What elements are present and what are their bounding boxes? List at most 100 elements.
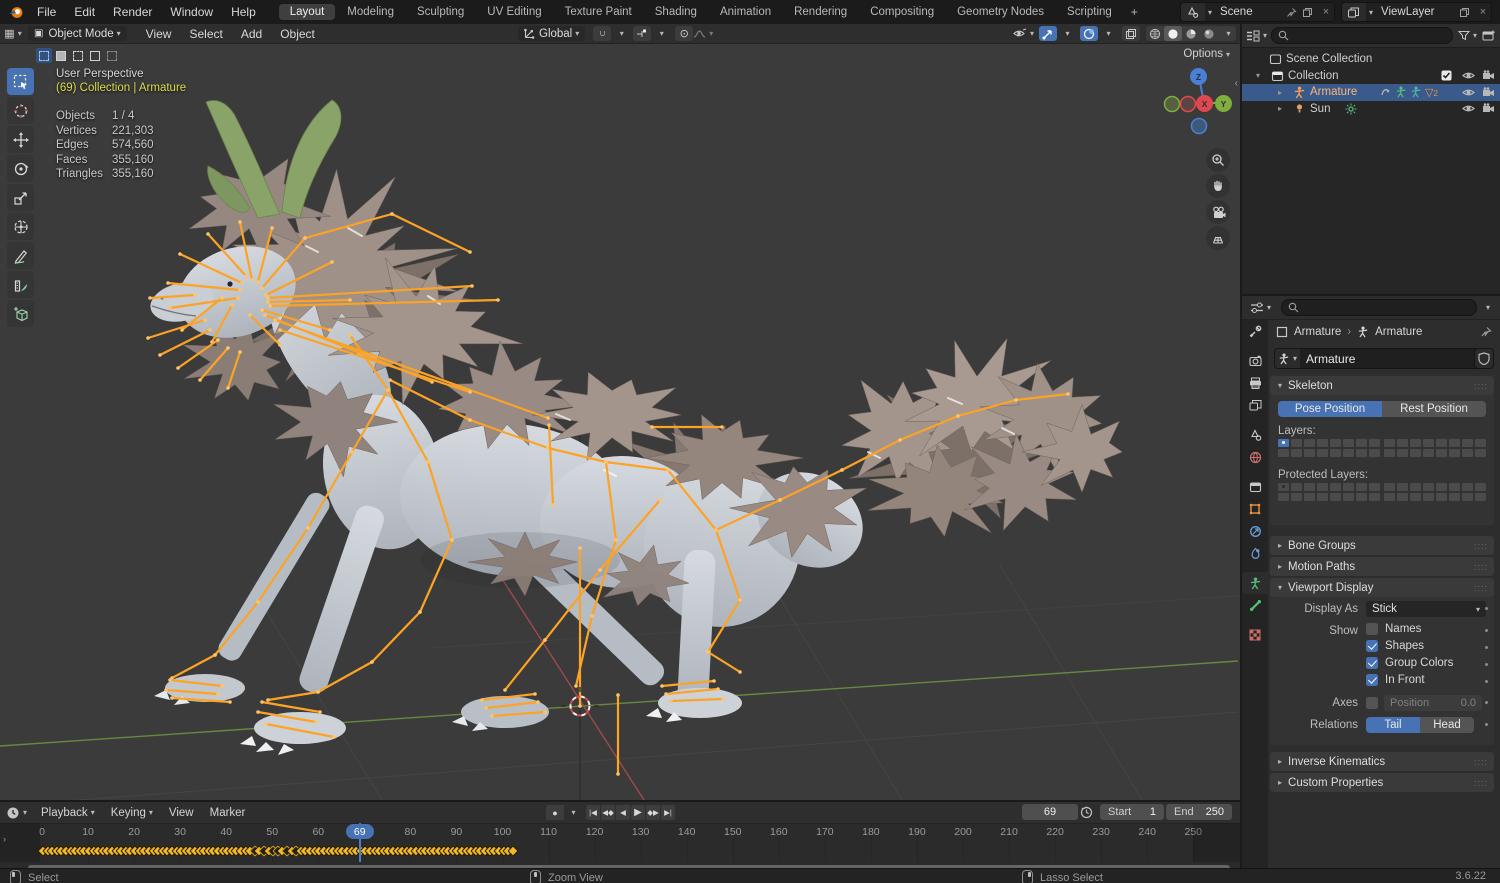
menu-window[interactable]: Window [161, 5, 222, 19]
tool-rotate[interactable] [7, 155, 34, 182]
properties-tab-output[interactable] [1242, 372, 1268, 394]
layer-toggle[interactable] [1423, 493, 1434, 501]
layer-toggle[interactable] [1356, 483, 1367, 491]
add-workspace-button[interactable]: + [1124, 3, 1145, 21]
layer-toggle[interactable] [1475, 449, 1486, 457]
timeline-ruler[interactable]: 0102030405060708090100110120130140150160… [0, 823, 1240, 862]
properties-tab-scene[interactable] [1242, 424, 1268, 446]
layer-toggle[interactable] [1343, 449, 1354, 457]
layer-toggle[interactable] [1356, 493, 1367, 501]
fake-user-shield-icon[interactable] [1474, 348, 1494, 369]
axes-position-slider[interactable]: Position 0.0 [1384, 695, 1482, 711]
camera-icon[interactable] [1480, 103, 1496, 114]
layer-toggle[interactable] [1397, 439, 1408, 447]
layer-toggle[interactable] [1317, 439, 1328, 447]
select-mode-extend[interactable] [70, 48, 86, 63]
layer-toggle[interactable] [1291, 439, 1302, 447]
properties-search-input[interactable] [1281, 299, 1477, 316]
layer-toggle[interactable] [1410, 449, 1421, 457]
shading-solid-icon[interactable] [1164, 26, 1182, 41]
panel-header-inverse-kinematics[interactable]: ▸ Inverse Kinematics:::: [1270, 752, 1494, 771]
gizmo-z-axis[interactable]: Z [1190, 68, 1207, 85]
select-mode-intersect[interactable] [104, 48, 120, 63]
pin-icon[interactable] [1480, 326, 1492, 338]
current-frame-field[interactable]: 69 [1022, 804, 1078, 820]
viewport-menu-select[interactable]: Select [180, 27, 231, 41]
tool-measure[interactable] [7, 271, 34, 298]
properties-tab-tool[interactable] [1242, 320, 1268, 342]
outliner-search-input[interactable] [1271, 27, 1453, 44]
copy-icon[interactable] [1302, 7, 1318, 18]
protected-layers-group-1[interactable] [1278, 483, 1381, 502]
pan-hand-icon[interactable] [1206, 174, 1230, 198]
layer-toggle[interactable] [1436, 439, 1447, 447]
properties-tab-constraints[interactable] [1242, 520, 1268, 542]
shading-chevron[interactable]: ▾ [1218, 26, 1236, 41]
layer-toggle[interactable] [1291, 483, 1302, 491]
layer-toggle[interactable] [1449, 439, 1460, 447]
zoom-icon[interactable] [1206, 148, 1230, 172]
tab-shading[interactable]: Shading [644, 4, 708, 20]
protected-layers-group-2[interactable] [1384, 483, 1487, 502]
eye-icon[interactable] [1460, 103, 1476, 114]
overlays-chevron[interactable]: ▾ [1098, 26, 1116, 41]
jump-to-start-button[interactable]: |◀ [586, 805, 600, 820]
layer-toggle[interactable] [1475, 483, 1486, 491]
menu-help[interactable]: Help [222, 5, 265, 19]
layer-toggle[interactable] [1462, 439, 1473, 447]
outliner-row-scene-collection[interactable]: Scene Collection [1242, 51, 1500, 68]
layer-toggle[interactable] [1423, 449, 1434, 457]
checkbox-names[interactable] [1366, 623, 1378, 635]
layer-toggle[interactable] [1317, 449, 1328, 457]
layer-toggle[interactable] [1343, 483, 1354, 491]
new-collection-icon[interactable] [1482, 29, 1496, 42]
layer-toggle[interactable] [1278, 439, 1289, 447]
gizmos-toggle-icon[interactable] [1039, 26, 1057, 41]
layer-toggle[interactable] [1462, 449, 1473, 457]
timeline-menu-keying[interactable]: Keying ▾ [103, 807, 161, 819]
timeline-editor-icon[interactable]: ▾ [6, 806, 27, 820]
camera-icon[interactable] [1480, 70, 1496, 81]
viewport-menu-add[interactable]: Add [232, 27, 271, 41]
tab-modeling[interactable]: Modeling [336, 4, 405, 20]
layers-group-1[interactable] [1278, 439, 1381, 458]
layer-toggle[interactable] [1278, 493, 1289, 501]
layer-toggle[interactable] [1462, 483, 1473, 491]
eye-icon[interactable] [1460, 87, 1476, 98]
properties-tab-bone[interactable] [1242, 594, 1268, 616]
layer-toggle[interactable] [1475, 439, 1486, 447]
show-gizmo-eye-icon[interactable]: ▾ [1013, 26, 1034, 41]
playhead-frame-badge[interactable]: 69 [345, 824, 374, 839]
tab-texture-paint[interactable]: Texture Paint [554, 4, 643, 20]
layer-toggle[interactable] [1356, 449, 1367, 457]
frame-start-field[interactable]: Start 1 [1100, 804, 1164, 820]
layer-toggle[interactable] [1410, 483, 1421, 491]
panel-collapse-arrow[interactable]: ‹ [1235, 78, 1238, 89]
disclosure-icon[interactable]: ▸ [1278, 104, 1282, 113]
toggle-ortho-icon[interactable] [1206, 226, 1230, 250]
tool-cursor[interactable] [7, 97, 34, 124]
layer-toggle[interactable] [1330, 449, 1341, 457]
pose-position-button[interactable]: Pose Position [1278, 401, 1382, 417]
layer-toggle[interactable] [1397, 449, 1408, 457]
layer-toggle[interactable] [1291, 449, 1302, 457]
scene-selector[interactable]: ▾ Scene × [1179, 2, 1335, 22]
3d-viewport[interactable]: Options ▾ User Perspective (69) Collectio… [0, 44, 1240, 800]
eye-icon[interactable] [1460, 70, 1476, 81]
close-icon[interactable]: × [1318, 6, 1334, 18]
layer-toggle[interactable] [1278, 483, 1289, 491]
play-button[interactable]: ▶ [631, 805, 645, 820]
tool-transform[interactable] [7, 213, 34, 240]
sun-icon[interactable] [1345, 103, 1357, 115]
outliner-row-collection[interactable]: ▾ Collection [1242, 68, 1500, 85]
gizmo-x-axis[interactable]: X [1196, 95, 1213, 112]
snap-options-chevron[interactable]: ▾ [611, 26, 629, 41]
tab-sculpting[interactable]: Sculpting [406, 4, 475, 20]
tool-scale[interactable] [7, 184, 34, 211]
pose-icon[interactable] [1395, 86, 1407, 98]
properties-tab-object[interactable] [1242, 498, 1268, 520]
menu-render[interactable]: Render [104, 5, 161, 19]
viewport-menu-view[interactable]: View [137, 27, 181, 41]
tab-geometry-nodes[interactable]: Geometry Nodes [946, 4, 1055, 20]
gizmo-y-axis[interactable]: Y [1215, 95, 1232, 112]
